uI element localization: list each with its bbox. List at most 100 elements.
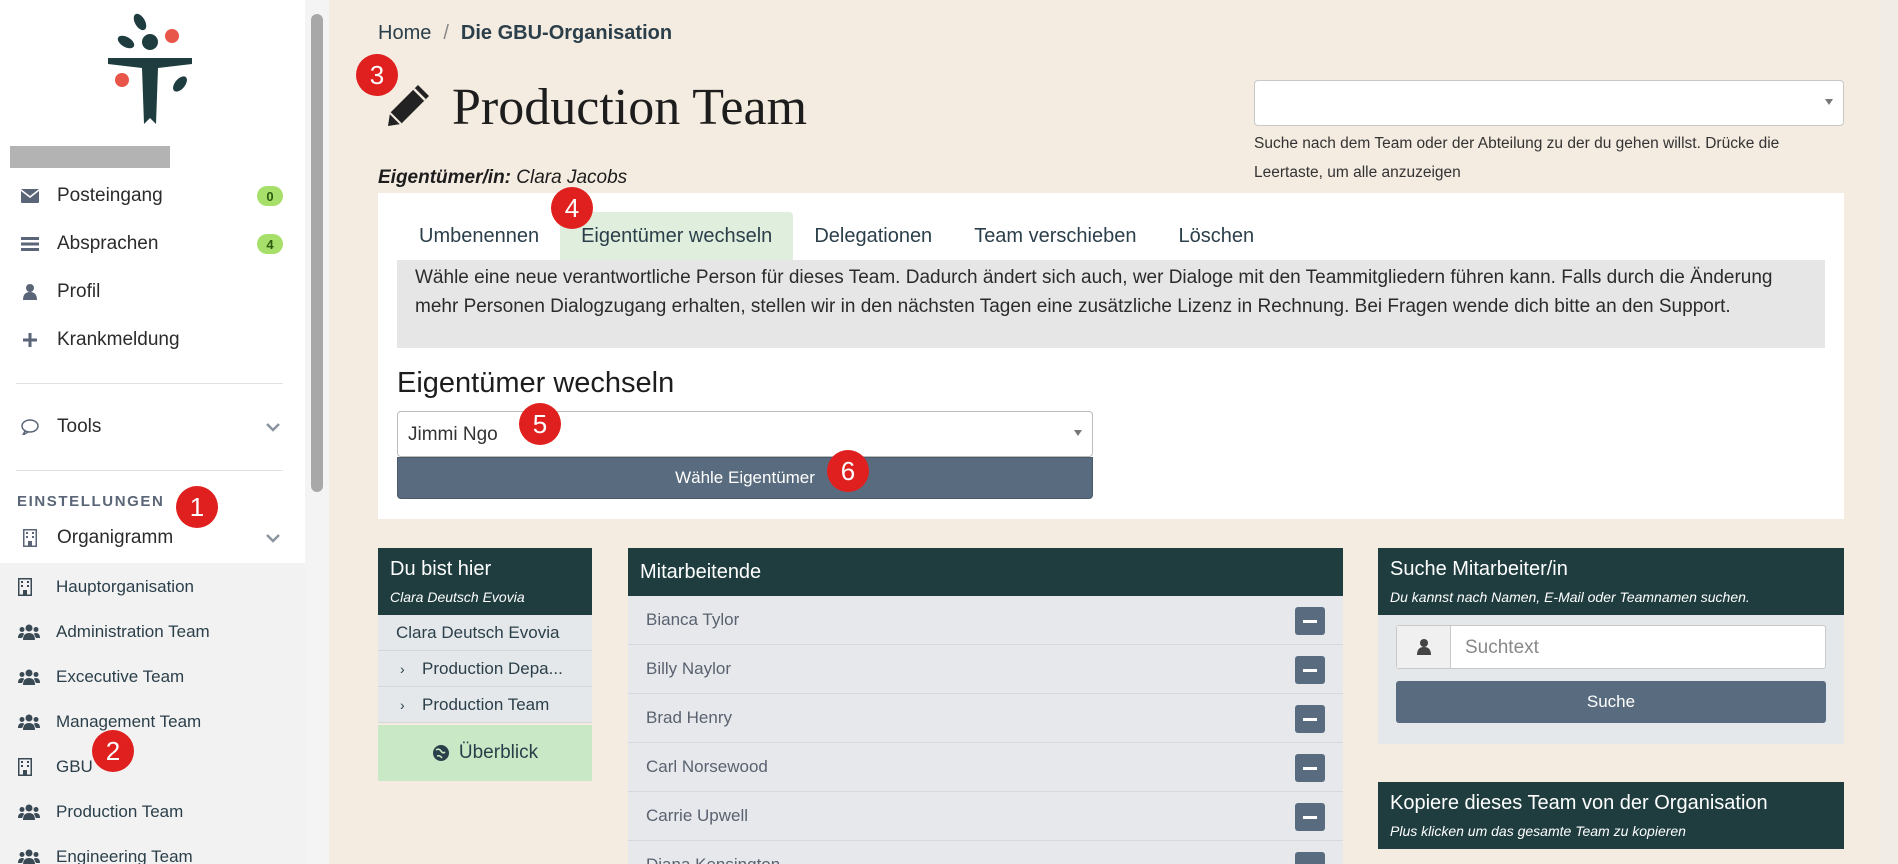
location-row-label: Clara Deutsch Evovia	[396, 622, 560, 642]
members-card: Mitarbeitende Bianca Tylor Billy Naylor Br…	[628, 548, 1343, 864]
remove-member-button[interactable]	[1295, 754, 1325, 782]
copy-team-card: Kopiere dieses Team von der Organisation…	[1378, 782, 1844, 849]
member-name[interactable]: Bianca Tylor	[646, 610, 739, 630]
member-row: Diana Kensington	[628, 841, 1343, 864]
location-row[interactable]: › Production Team	[378, 687, 592, 723]
sidebar-subitem[interactable]: Administration Team	[0, 610, 305, 654]
overview-button-label: Überblick	[458, 742, 539, 763]
choose-owner-button[interactable]: Wähle Eigentümer	[397, 457, 1093, 499]
location-card-subtitle: Clara Deutsch Evovia	[390, 589, 525, 605]
member-name[interactable]: Diana Kensington	[646, 855, 780, 864]
member-name[interactable]: Carl Norsewood	[646, 757, 768, 777]
sidebar-subitem[interactable]: GBU	[0, 745, 305, 789]
page-title: Production Team	[452, 79, 808, 136]
location-card-header: Du bist hier Clara Deutsch Evovia	[378, 548, 592, 615]
remove-member-button[interactable]	[1295, 705, 1325, 733]
sidebar-subitem-label: Production Team	[56, 802, 184, 821]
member-name[interactable]: Billy Naylor	[646, 659, 731, 679]
sidebar: Posteingang 0 Absprachen 4 Profil Krankm…	[0, 0, 305, 864]
team-search-help: Suche nach dem Team oder der Abteilung z…	[1254, 135, 1780, 181]
settings-tabs: Umbenennen Eigentümer wechseln Delegatione…	[398, 212, 1275, 260]
sidebar-subitem[interactable]: Management Team	[0, 700, 305, 744]
search-button[interactable]: Suche	[1396, 681, 1826, 723]
search-card-body: Suchtext Suche	[1378, 615, 1844, 744]
chevron-right-icon: ›	[400, 660, 405, 677]
sidebar-subitem[interactable]: Excecutive Team	[0, 655, 305, 699]
remove-member-button[interactable]	[1295, 607, 1325, 635]
remove-member-button[interactable]	[1295, 656, 1325, 684]
sidebar-subitem-label: Administration Team	[56, 622, 210, 641]
inbox-count-badge: 0	[257, 186, 283, 206]
plus-icon	[20, 330, 40, 350]
sidebar-item-tools[interactable]: Tools	[0, 405, 305, 449]
sidebar-subitem[interactable]: Production Team	[0, 790, 305, 834]
building-icon	[18, 758, 40, 776]
team-search-select[interactable]	[1254, 80, 1844, 126]
step-marker-2: 2	[92, 730, 134, 772]
chevron-right-icon: ›	[400, 696, 405, 713]
sidebar-subitem[interactable]: Hauptorganisation	[0, 565, 305, 609]
step-marker-5: 5	[519, 403, 561, 445]
search-card-title: Suche Mitarbeiter/in	[1390, 558, 1568, 580]
sidebar-subitem-label: Management Team	[56, 712, 202, 731]
member-row: Billy Naylor	[628, 645, 1343, 694]
main-scrollbar[interactable]	[1880, 0, 1898, 864]
breadcrumb: Home / Die GBU-Organisation	[378, 22, 672, 45]
member-name[interactable]: Brad Henry	[646, 708, 732, 728]
employee-search-card: Suche Mitarbeiter/in Du kannst nach Name…	[1378, 548, 1844, 744]
copy-card-title: Kopiere dieses Team von der Organisation	[1390, 792, 1768, 814]
tab-0[interactable]: Umbenennen	[398, 212, 560, 260]
members-card-title: Mitarbeitende	[640, 560, 762, 583]
location-row[interactable]: Clara Deutsch Evovia	[378, 615, 592, 651]
team-settings-panel: Umbenennen Eigentümer wechseln Delegatione…	[378, 193, 1844, 519]
chevron-down-icon[interactable]	[265, 419, 281, 435]
location-row-label: Production Depa...	[422, 658, 563, 678]
sidebar-item-sick-report[interactable]: Krankmeldung	[0, 318, 305, 362]
remove-member-button[interactable]	[1295, 803, 1325, 831]
sidebar-item-label: Organigramm	[57, 527, 174, 548]
tab-3[interactable]: Team verschieben	[953, 212, 1157, 260]
breadcrumb-current-link[interactable]: Die GBU-Organisation	[461, 22, 672, 45]
location-card: Du bist hier Clara Deutsch Evovia Clara …	[378, 548, 592, 781]
users-icon	[18, 713, 40, 731]
sidebar-item-profile[interactable]: Profil	[0, 270, 305, 314]
scrollbar-thumb[interactable]	[311, 14, 323, 492]
location-row[interactable]: › Production Depa...	[378, 651, 592, 687]
tab-1[interactable]: Eigentümer wechseln	[560, 212, 794, 260]
building-icon	[18, 578, 40, 596]
owner-change-info: Wähle eine neue verantwortliche Person f…	[397, 260, 1825, 348]
chevron-down-icon[interactable]	[265, 530, 281, 546]
search-card-header: Suche Mitarbeiter/in Du kannst nach Name…	[1378, 548, 1844, 615]
list-icon	[20, 234, 40, 254]
member-name[interactable]: Carrie Upwell	[646, 806, 748, 826]
remove-member-button[interactable]	[1295, 852, 1325, 864]
sidebar-item-label: Posteingang	[57, 185, 163, 206]
tab-2[interactable]: Delegationen	[793, 212, 953, 260]
users-icon	[18, 668, 40, 686]
sidebar-item-agreements[interactable]: Absprachen 4	[0, 222, 305, 266]
users-icon	[18, 623, 40, 641]
tab-4[interactable]: Löschen	[1158, 212, 1276, 260]
sidebar-divider	[16, 383, 283, 384]
sidebar-item-label: Tools	[57, 416, 102, 437]
members-card-header: Mitarbeitende	[628, 548, 1343, 596]
overview-button[interactable]: Überblick	[378, 725, 592, 781]
app-logo[interactable]	[100, 12, 200, 128]
sidebar-item-org-chart[interactable]: Organigramm	[0, 516, 305, 560]
breadcrumb-home-link[interactable]: Home	[378, 22, 431, 45]
sidebar-subitem-label: GBU	[56, 757, 93, 776]
user-icon	[1397, 626, 1451, 668]
sidebar-subitem[interactable]: Engineering Team	[0, 835, 305, 864]
sidebar-item-inbox[interactable]: Posteingang 0	[0, 174, 305, 218]
sidebar-divider	[16, 470, 283, 471]
owner-change-title: Eigentümer wechseln	[397, 367, 675, 399]
sidebar-scrollbar[interactable]	[305, 0, 329, 864]
owner-name: Clara Jacobs	[516, 167, 628, 188]
sidebar-item-label: Absprachen	[57, 233, 159, 254]
new-owner-select[interactable]: Jimmi Ngo	[397, 411, 1093, 457]
user-icon	[20, 282, 40, 302]
search-input[interactable]: Suchtext	[1451, 626, 1825, 668]
globe-icon	[432, 745, 449, 761]
agreements-count-badge: 4	[257, 234, 283, 254]
settings-section-title: EINSTELLUNGEN	[17, 493, 165, 510]
